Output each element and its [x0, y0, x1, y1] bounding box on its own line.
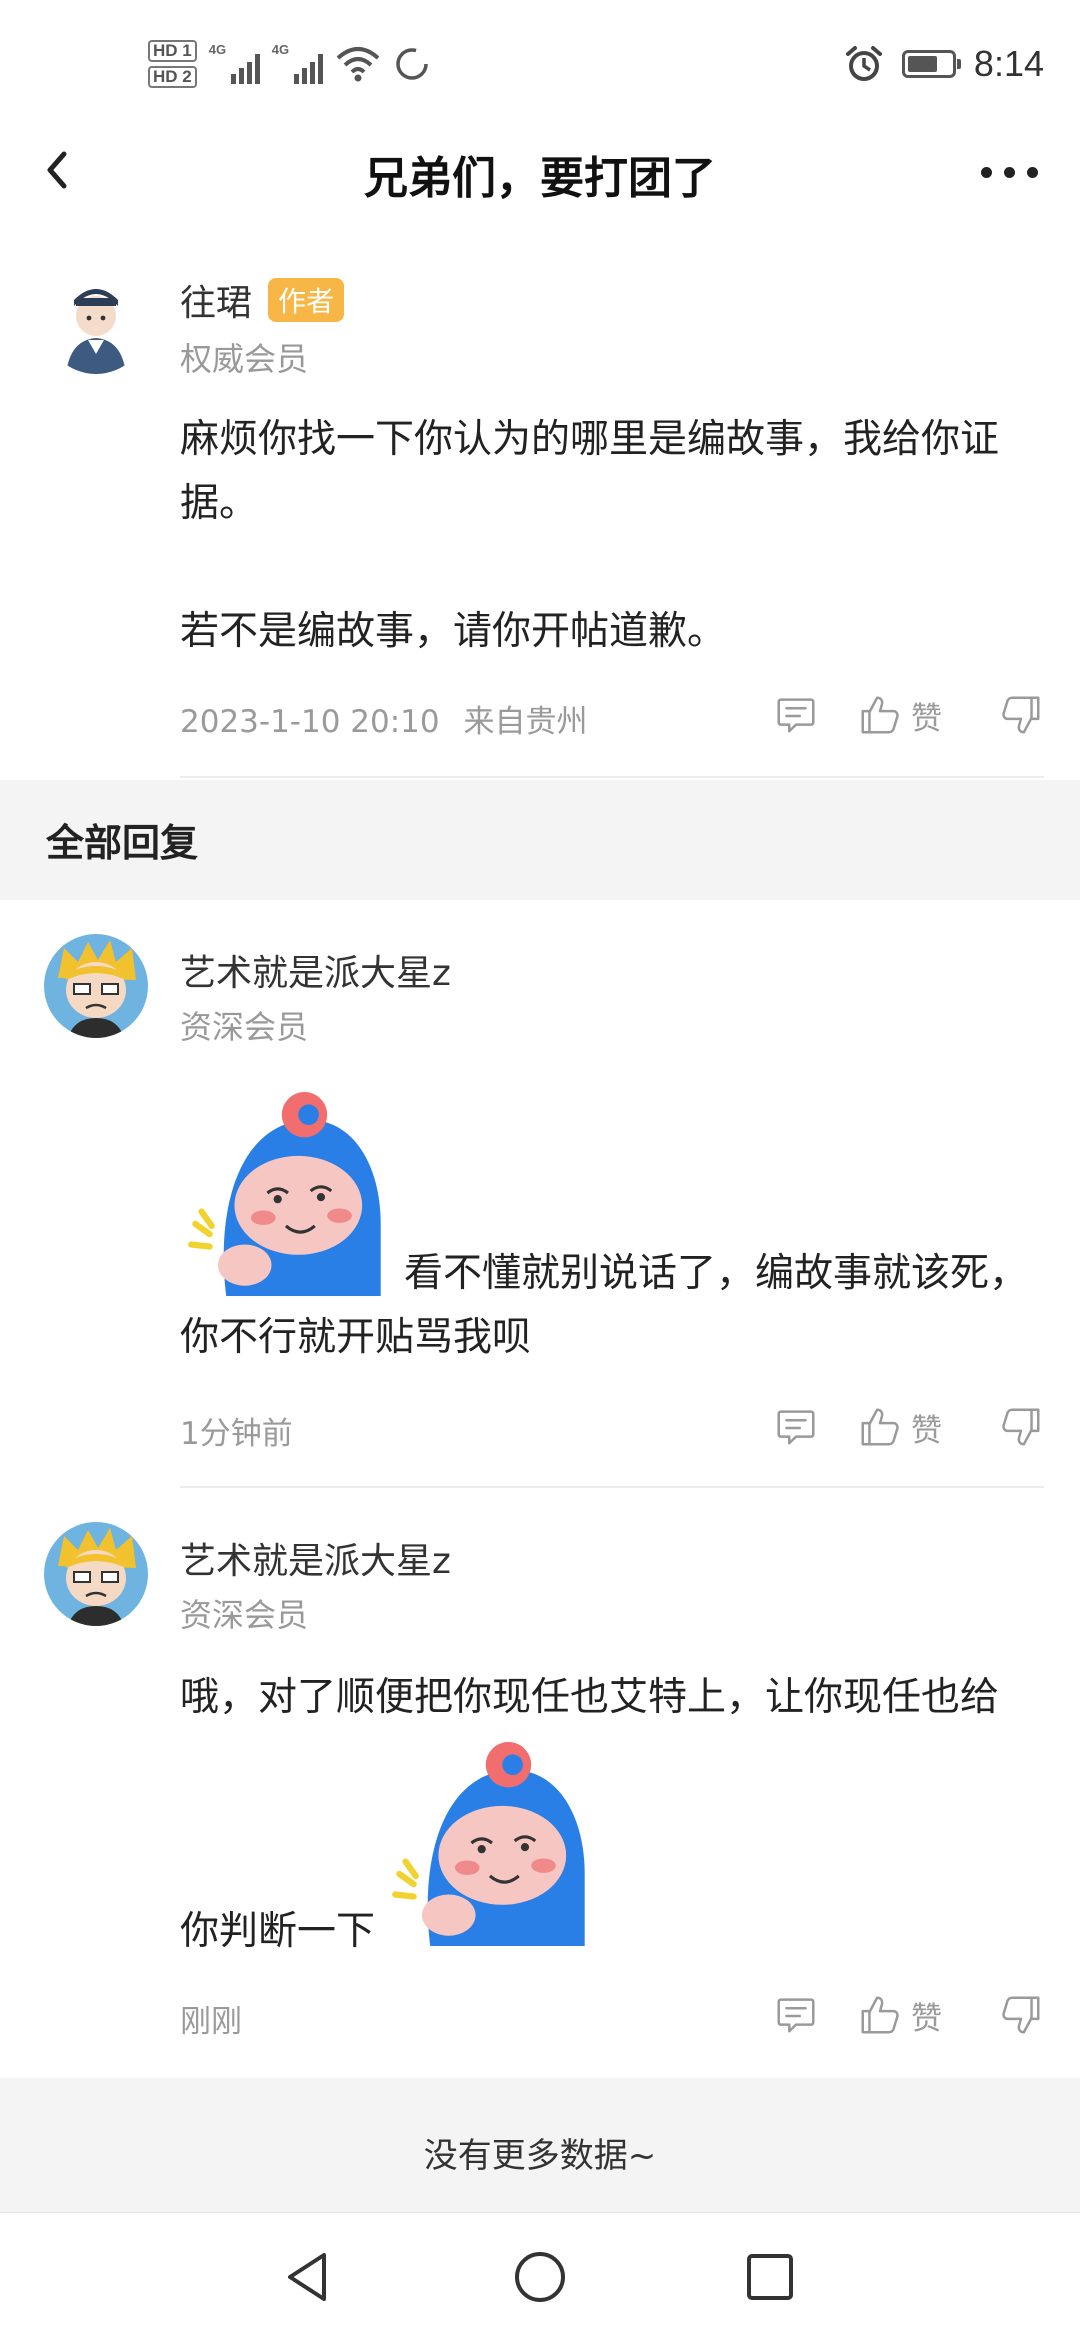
post-timestamp: 2023-1-10 20:10	[180, 704, 440, 740]
status-right: 8:14	[844, 34, 1044, 94]
post-text-paragraph-2: 若不是编故事，请你开帖道歉。	[180, 609, 727, 654]
reply-1-like-button[interactable]: 赞	[857, 1404, 942, 1450]
circle-home-icon[interactable]	[512, 2249, 568, 2305]
comment-icon	[773, 1992, 819, 2038]
net1-label: 4G	[208, 42, 227, 57]
reply-1-avatar[interactable]	[44, 934, 148, 1038]
triangle-back-icon[interactable]	[280, 2249, 336, 2305]
comment-icon	[773, 692, 819, 738]
reply-2-timestamp: 刚刚	[180, 2004, 242, 2040]
top-nav-bar: 兄弟们，要打团了	[0, 130, 1080, 212]
signal1-icon: 4G	[208, 42, 260, 84]
post-dislike-button[interactable]	[998, 692, 1044, 738]
signal2-icon: 4G	[271, 42, 323, 84]
reply-1-username[interactable]: 艺术就是派大星z	[180, 944, 451, 996]
avatar-image	[44, 1522, 148, 1626]
post-actions: 赞	[773, 692, 1044, 738]
avatar-image	[44, 934, 148, 1038]
page-title: 兄弟们，要打团了	[364, 153, 716, 204]
thumbs-up-icon	[857, 692, 903, 738]
no-more-data-text: 没有更多数据~	[423, 2136, 657, 2176]
replies-section-title: 全部回复	[46, 821, 199, 865]
author-badge: 作者	[268, 278, 345, 322]
reply-1-member-level: 资深会员	[180, 1008, 309, 1046]
hd-indicators: HD 1 HD 2	[148, 40, 197, 88]
reply-2-text-after: 你判断一下	[180, 1909, 376, 1954]
post-location: 来自贵州	[463, 704, 588, 740]
post-text-paragraph-1: 麻烦你找一下你认为的哪里是编故事，我给你证据。	[180, 417, 1000, 526]
reply-1-text: 看不懂就别说话了，编故事就该死，你不行就开贴骂我呗	[180, 1251, 1029, 1360]
like-label: 赞	[911, 2000, 942, 2037]
reply-1-actions: 赞	[773, 1404, 1044, 1450]
post-author-row: 往珺 作者	[180, 274, 345, 326]
status-left: HD 1 HD 2 4G 4G	[148, 34, 431, 94]
reply-1-timestamp: 1分钟前	[180, 1416, 293, 1452]
post-author-name[interactable]: 往珺	[180, 283, 252, 324]
post-meta: 2023-1-10 20:10 来自贵州	[180, 696, 587, 741]
reply-2-like-button[interactable]: 赞	[857, 1992, 942, 2038]
clock: 8:14	[973, 43, 1044, 84]
divider	[180, 1486, 1044, 1488]
reply-1-dislike-button[interactable]	[998, 1404, 1044, 1450]
thumbs-down-icon	[998, 1404, 1044, 1450]
reply-2-actions: 赞	[773, 1992, 1044, 2038]
loading-icon	[395, 48, 428, 80]
square-recent-icon[interactable]	[742, 2249, 798, 2305]
like-label: 赞	[911, 1412, 942, 1449]
more-button[interactable]	[964, 142, 1054, 202]
more-dots-icon	[980, 166, 1038, 178]
divider	[180, 776, 1044, 778]
post-member-level: 权威会员	[180, 340, 309, 378]
post-like-button[interactable]: 赞	[857, 692, 942, 738]
thumbs-down-icon	[998, 1992, 1044, 2038]
net2-label: 4G	[271, 42, 290, 57]
reply-2-member-level: 资深会员	[180, 1596, 309, 1634]
reply-2-dislike-button[interactable]	[998, 1992, 1044, 2038]
hd2-badge: HD 2	[148, 66, 197, 88]
thumbs-up-icon	[857, 1404, 903, 1450]
system-nav-bar	[0, 2212, 1080, 2341]
status-bar: HD 1 HD 2 4G 4G 8:14	[0, 0, 1080, 130]
battery-icon	[901, 50, 961, 78]
sticker-image	[384, 1740, 600, 1946]
reply-2-username[interactable]: 艺术就是派大星z	[180, 1532, 451, 1584]
post-comment-button[interactable]	[773, 692, 819, 738]
comment-icon	[773, 1404, 819, 1450]
reply-2-comment-button[interactable]	[773, 1992, 819, 2038]
avatar[interactable]	[44, 270, 148, 374]
wifi-icon	[336, 47, 380, 82]
battery-fill	[907, 56, 937, 72]
like-label: 赞	[911, 700, 942, 737]
avatar-image	[44, 270, 148, 374]
hd1-badge: HD 1	[148, 40, 197, 62]
alarm-icon	[845, 46, 882, 81]
reply-1-comment-button[interactable]	[773, 1404, 819, 1450]
thumbs-down-icon	[998, 692, 1044, 738]
thumbs-up-icon	[857, 1992, 903, 2038]
reply-2-text-before: 哦，对了顺便把你现任也艾特上，让你现任也给	[180, 1675, 1000, 1720]
reply-2-avatar[interactable]	[44, 1522, 148, 1626]
